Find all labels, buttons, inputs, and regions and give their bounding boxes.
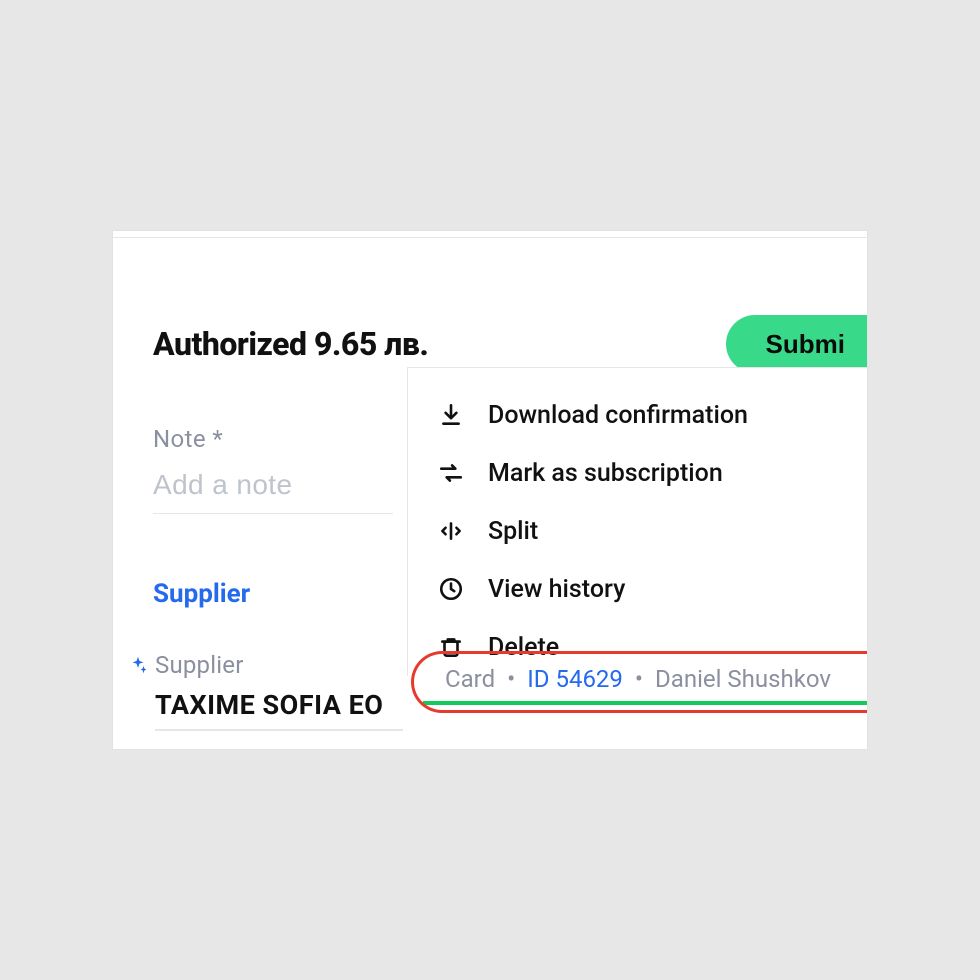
cardholder-name: Daniel Shushkov	[655, 665, 831, 693]
submit-button[interactable]: Submi	[726, 315, 867, 373]
accent-line	[423, 701, 867, 705]
supplier-value: TAXIME SOFIA EO	[155, 689, 383, 721]
menu-item-label: Split	[488, 517, 538, 546]
menu-item-download[interactable]: Download confirmation	[408, 386, 867, 444]
page-title: Authorized 9.65 лв.	[153, 325, 428, 363]
expense-panel: Authorized 9.65 лв. Submi Note * Supplie…	[113, 231, 867, 749]
card-id-link[interactable]: ID 54629	[527, 665, 623, 693]
split-icon	[436, 516, 466, 546]
separator-dot: •	[507, 665, 515, 693]
sparkle-icon	[127, 655, 149, 677]
clock-icon	[436, 574, 466, 604]
trash-icon	[436, 632, 466, 662]
menu-item-history[interactable]: View history	[408, 560, 867, 618]
divider	[155, 729, 403, 731]
separator-dot: •	[635, 665, 643, 693]
note-input[interactable]	[153, 463, 393, 514]
menu-item-label: Download confirmation	[488, 401, 748, 430]
menu-item-label: View history	[488, 575, 625, 604]
menu-item-split[interactable]: Split	[408, 502, 867, 560]
menu-item-label: Delete	[488, 633, 559, 662]
divider	[113, 237, 867, 238]
refresh-icon	[436, 458, 466, 488]
card-info-row: Card • ID 54629 • Daniel Shushkov	[445, 665, 867, 693]
menu-item-subscription[interactable]: Mark as subscription	[408, 444, 867, 502]
tab-supplier[interactable]: Supplier	[153, 579, 250, 609]
supplier-field-label: Supplier	[155, 651, 244, 679]
header: Authorized 9.65 лв. Submi	[153, 315, 867, 373]
card-label: Card	[445, 665, 495, 693]
actions-menu: Download confirmation Mark as subscripti…	[407, 367, 867, 676]
download-icon	[436, 400, 466, 430]
menu-item-label: Mark as subscription	[488, 459, 723, 488]
note-label: Note *	[153, 425, 223, 453]
